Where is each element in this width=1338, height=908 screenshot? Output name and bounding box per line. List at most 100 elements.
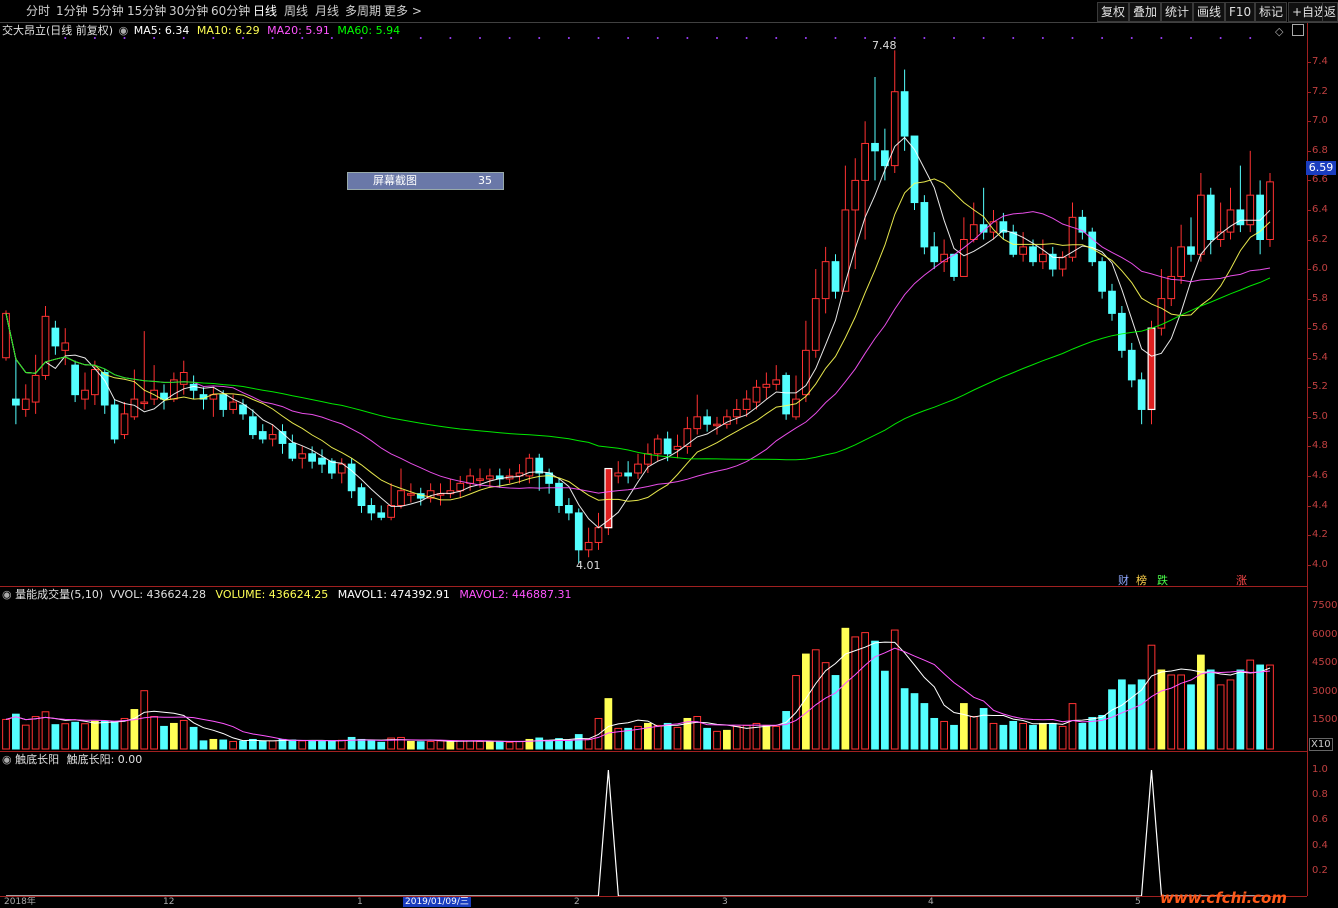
indicator-tick-label: 0.2	[1312, 864, 1328, 876]
volume-bar	[1167, 674, 1176, 750]
volume-bar	[535, 737, 544, 750]
candle	[555, 482, 563, 507]
volume-bar	[288, 739, 297, 750]
signal-dot	[330, 37, 333, 39]
volume-toggle-icon[interactable]: ◉	[2, 588, 12, 601]
candle	[110, 404, 119, 440]
candle	[318, 457, 326, 465]
candle	[930, 246, 939, 263]
volume-bar	[61, 723, 70, 750]
candle	[565, 505, 573, 514]
candle	[1177, 246, 1185, 277]
price-tick	[1307, 298, 1311, 300]
price-tick	[1307, 564, 1311, 566]
volume-tick-label: 3000	[1312, 685, 1338, 697]
volume-bar	[466, 740, 474, 750]
signal-dot	[567, 37, 570, 39]
volume-bar	[189, 726, 198, 750]
volume-bar	[347, 736, 356, 750]
event-mark-list[interactable]: 榜	[1136, 572, 1147, 588]
indicator-toggle-icon[interactable]: ◉	[2, 753, 12, 766]
volume-bar	[377, 741, 386, 750]
volume-bar	[1039, 722, 1047, 750]
event-mark-finance[interactable]: 财	[1118, 572, 1129, 588]
volume-bar	[21, 724, 30, 750]
candle	[831, 261, 840, 292]
candle	[1226, 209, 1235, 233]
volume-bar	[1078, 722, 1087, 750]
signal-dot	[597, 37, 600, 39]
candle	[456, 482, 465, 492]
candle	[1197, 194, 1205, 255]
current-price-badge: 6.59	[1306, 161, 1336, 175]
candle	[960, 239, 968, 277]
volume-bar	[831, 675, 840, 750]
candle	[219, 394, 228, 410]
signal-dot	[390, 37, 393, 39]
volume-bar	[1088, 716, 1097, 750]
signal-dot	[1101, 37, 1104, 39]
kline-chart[interactable]	[0, 0, 1338, 908]
event-mark-fall[interactable]: 跌	[1157, 572, 1168, 588]
indicator-value: 触底长阳: 0.00	[66, 753, 143, 766]
signal-dot	[745, 37, 748, 39]
price-tick	[1307, 121, 1311, 123]
candle	[407, 493, 415, 496]
candle	[900, 91, 909, 137]
indicator-line	[6, 769, 1270, 897]
signal-dot	[153, 37, 156, 39]
candle	[1039, 253, 1047, 263]
ma60-line	[5, 277, 1271, 461]
price-tick-label: 7.4	[1312, 56, 1328, 68]
volume-bar	[723, 729, 731, 750]
price-tick	[1307, 328, 1311, 330]
price-tick-label: 5.8	[1312, 292, 1328, 304]
signal-dot	[360, 37, 363, 39]
volume-bar	[130, 709, 139, 750]
candle	[367, 505, 376, 514]
candle	[268, 434, 277, 440]
volume-bar	[713, 730, 721, 750]
price-tick-label: 4.8	[1312, 440, 1328, 452]
volume-bar	[989, 722, 998, 750]
candle	[2, 312, 10, 359]
screenshot-count: 35	[478, 174, 492, 187]
price-tick	[1307, 505, 1311, 507]
volume-bar	[199, 740, 208, 750]
volume-bar	[1236, 669, 1245, 750]
volume-bar	[140, 690, 149, 750]
volume-bar	[298, 740, 307, 750]
volume-bar	[1068, 703, 1077, 750]
price-tick-label: 5.6	[1312, 322, 1328, 334]
price-tick	[1307, 91, 1311, 93]
signal-dot	[716, 37, 718, 39]
volume-bar	[160, 725, 168, 750]
volume-bar	[574, 734, 583, 750]
signal-dot	[419, 37, 422, 39]
volume-bar	[258, 740, 267, 750]
volume-bar	[308, 740, 316, 750]
price-tick-label: 7.0	[1312, 115, 1328, 127]
screenshot-tag[interactable]: 屏幕截图 35	[347, 172, 504, 190]
price-tick	[1307, 150, 1311, 152]
candle	[742, 398, 751, 410]
signal-dot	[1012, 37, 1015, 39]
candle	[1029, 246, 1037, 263]
volume-bar	[881, 670, 889, 750]
candle	[1058, 256, 1067, 270]
volume-info-line: ◉ 量能成交量(5,10) VVOL: 436624.28 VOLUME: 43…	[2, 587, 572, 603]
price-tick-label: 5.0	[1312, 410, 1328, 422]
candle	[239, 404, 247, 415]
candle	[41, 315, 50, 376]
volume-bar	[1048, 722, 1057, 750]
candle	[821, 261, 830, 300]
volume-bar	[209, 738, 218, 750]
event-mark-rise[interactable]: 涨	[1236, 572, 1247, 588]
volume-bar	[1019, 722, 1027, 750]
volume-bar	[505, 741, 514, 750]
candle	[920, 202, 929, 248]
volume-bar	[624, 727, 632, 750]
volume-bar	[920, 703, 929, 750]
signal-dot	[182, 37, 185, 39]
volume-bar	[31, 716, 40, 750]
